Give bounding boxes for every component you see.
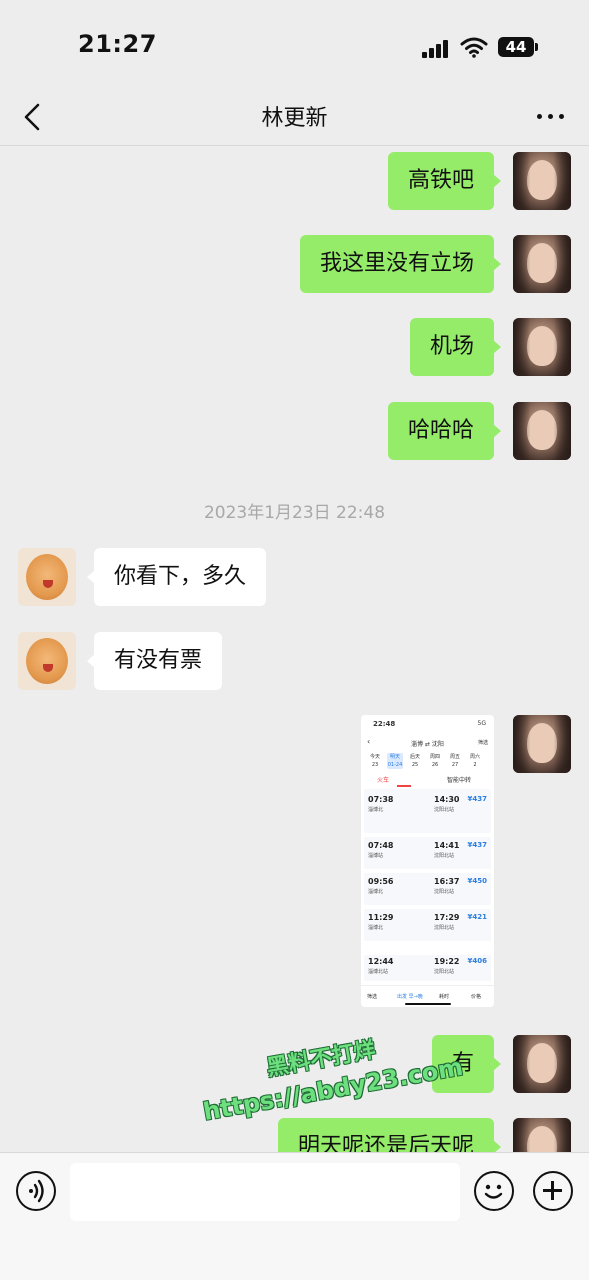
train-row: 09:56 淄博北 16:37 沈阳北站 ¥450: [364, 873, 491, 905]
message-bubble[interactable]: 高铁吧: [387, 152, 502, 210]
my-avatar[interactable]: [513, 318, 571, 376]
input-bar: [0, 1152, 589, 1280]
chat-area[interactable]: 高铁吧 我这里没有立场 机场 哈哈哈 2023年1月23日 22:48 你看下，…: [0, 146, 589, 1152]
route-from: 淄博: [411, 741, 424, 748]
status-time: 21:27: [78, 30, 157, 58]
screenshot-image-message[interactable]: 22:48 5G ‹ 淄博 ⇄ 沈阳 筛选 今天 23 明天 01-24 后天 25 …: [361, 715, 494, 1007]
message-bubble[interactable]: 你看下，多久: [86, 548, 267, 606]
screenshot-filter: 筛选: [477, 740, 488, 746]
message-bubble[interactable]: 机场: [409, 318, 502, 376]
my-avatar[interactable]: [513, 152, 571, 210]
tab-train: 火车: [377, 777, 390, 784]
my-avatar[interactable]: [513, 1118, 571, 1152]
battery-icon: 44: [498, 37, 538, 57]
train-row: 12:44 淄博北站 19:22 沈阳北站 ¥406: [364, 955, 491, 981]
home-indicator: [405, 1003, 451, 1005]
message-bubble[interactable]: 有: [431, 1035, 502, 1093]
my-avatar[interactable]: [513, 402, 571, 460]
emoji-icon: [484, 1184, 503, 1199]
screenshot-status-time: 22:48: [373, 720, 396, 728]
my-avatar[interactable]: [513, 715, 571, 773]
chat-title: 林更新: [261, 106, 328, 131]
more-functions-button[interactable]: [533, 1171, 573, 1211]
screenshot-bottom-bar: 筛选 出发 早→晚 耗时 价格: [361, 985, 494, 1007]
voice-input-button[interactable]: [16, 1171, 56, 1211]
screenshot-route: 淄博 ⇄ 沈阳: [361, 739, 494, 748]
more-icon[interactable]: [535, 104, 567, 128]
message-input[interactable]: [70, 1163, 460, 1221]
tab-underline: [397, 785, 411, 787]
screenshot-date-strip: 今天 23 明天 01-24 后天 25 周四 26 周五 27 周六 2: [367, 753, 489, 769]
voice-icon: [29, 1179, 44, 1203]
train-row: 07:38 淄博北 14:30 沈阳北站 ¥437: [364, 789, 491, 833]
status-bar: 21:27 44: [0, 0, 589, 90]
contact-avatar[interactable]: [18, 548, 76, 606]
signal-icon: [422, 38, 452, 58]
train-row: 07:48 淄博站 14:41 沈阳北站 ¥437: [364, 837, 491, 869]
screenshot-tabs: 火车 智能中转: [361, 773, 494, 787]
date-item: 周四 26: [429, 754, 440, 768]
date-item: 周五 27: [449, 754, 460, 768]
date-item: 周六 2: [469, 754, 480, 768]
route-swap-icon: ⇄: [424, 741, 432, 748]
message-timestamp: 2023年1月23日 22:48: [203, 503, 386, 523]
tab-smart-transfer: 智能中转: [447, 777, 472, 784]
message-bubble[interactable]: 我这里没有立场: [299, 235, 502, 293]
route-to: 沈阳: [431, 741, 444, 748]
contact-avatar[interactable]: [18, 632, 76, 690]
my-avatar[interactable]: [513, 235, 571, 293]
date-item-selected: 明天 01-24: [387, 753, 403, 769]
nav-bar: 林更新: [0, 90, 589, 146]
train-row: 11:29 淄博北 17:29 沈阳北站 ¥421: [364, 909, 491, 941]
message-bubble[interactable]: 明天呢还是后天呢: [277, 1118, 502, 1152]
message-bubble[interactable]: 有没有票: [86, 632, 223, 690]
wifi-icon: [460, 37, 488, 58]
my-avatar[interactable]: [513, 1035, 571, 1093]
date-item: 今天 23: [369, 754, 380, 768]
emoji-button[interactable]: [474, 1171, 514, 1211]
message-bubble[interactable]: 哈哈哈: [387, 402, 502, 460]
screenshot-status-network: 5G: [477, 720, 486, 727]
date-item: 后天 25: [409, 754, 420, 768]
